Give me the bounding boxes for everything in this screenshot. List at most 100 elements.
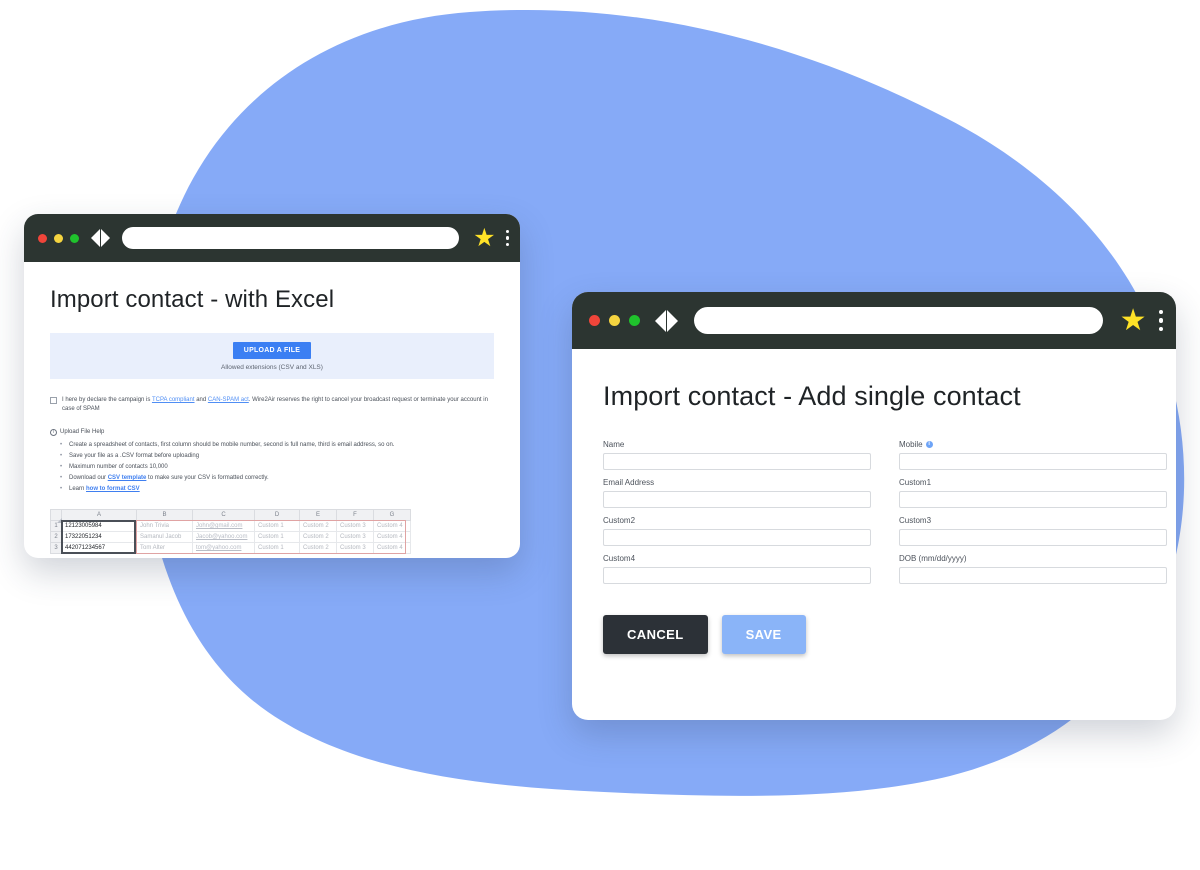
label-email-text: Email Address — [603, 478, 655, 487]
upload-help-list: Create a spreadsheet of contacts, first … — [60, 440, 494, 496]
cell-e1[interactable]: Custom 2 — [299, 520, 337, 533]
spreadsheet-preview: A B C D E F G 1 12123005984 John Trivia … — [50, 509, 411, 555]
minimize-dot-icon[interactable] — [609, 315, 620, 326]
list-item: Download our CSV template to make sure y… — [60, 473, 494, 484]
col-header-e[interactable]: E — [299, 509, 337, 522]
col-header-a[interactable]: A — [61, 509, 137, 522]
screenshot-stage: ★ Import contact - with Excel UPLOAD A F… — [0, 0, 1200, 870]
help-item-4-tail: to make sure your CSV is formatted corre… — [146, 474, 269, 481]
label-custom3: Custom3 — [899, 516, 1167, 525]
cell-d3[interactable]: Custom 1 — [254, 542, 300, 555]
nav-arrows — [655, 309, 678, 332]
field-dob: DOB (mm/dd/yyyy) — [899, 554, 1167, 584]
name-input[interactable] — [603, 453, 871, 470]
cell-e2[interactable]: Custom 2 — [299, 531, 337, 544]
label-dob: DOB (mm/dd/yyyy) — [899, 554, 1167, 563]
custom3-input[interactable] — [899, 529, 1167, 546]
traffic-lights — [38, 233, 86, 243]
custom1-input[interactable] — [899, 491, 1167, 508]
mobile-input[interactable] — [899, 453, 1167, 470]
cell-a1[interactable]: 12123005984 — [61, 520, 137, 533]
cell-d2[interactable]: Custom 1 — [254, 531, 300, 544]
nav-arrows — [91, 229, 110, 247]
upload-a-file-button[interactable]: UPLOAD A FILE — [232, 341, 312, 359]
cell-g2[interactable]: Custom 4 — [373, 531, 411, 544]
allowed-extensions-note: Allowed extensions (CSV and XLS) — [221, 363, 323, 371]
forward-arrow-icon[interactable] — [101, 229, 110, 247]
upload-help-title: Upload File Help — [60, 429, 105, 436]
bookmark-star-icon[interactable]: ★ — [1120, 305, 1147, 336]
label-mobile-text: Mobile — [899, 440, 923, 449]
consent-text: I here by declare the campaign is TCPA c… — [62, 396, 494, 415]
cancel-button[interactable]: CANCEL — [603, 615, 708, 654]
cell-f2[interactable]: Custom 3 — [336, 531, 374, 544]
contact-form: Name Mobile i Email Address Custom1 Custo — [603, 440, 1167, 584]
col-header-g[interactable]: G — [373, 509, 411, 522]
url-bar[interactable] — [122, 227, 460, 249]
cell-c1[interactable]: John@gmail.com — [192, 520, 255, 533]
cell-c2[interactable]: Jacob@yahoo.com — [192, 531, 255, 544]
col-header-d[interactable]: D — [254, 509, 300, 522]
csv-template-link[interactable]: CSV template — [108, 475, 147, 481]
label-name: Name — [603, 440, 871, 449]
kebab-menu-icon[interactable] — [1158, 309, 1166, 332]
excel-body: Import contact - with Excel UPLOAD A FIL… — [24, 262, 520, 558]
consent-checkbox[interactable] — [50, 397, 57, 404]
label-mobile: Mobile i — [899, 440, 1167, 449]
info-icon: i — [50, 428, 57, 436]
label-dob-text: DOB (mm/dd/yyyy) — [899, 554, 967, 563]
tcpa-compliant-link[interactable]: TCPA compliant — [152, 397, 195, 403]
maximize-dot-icon[interactable] — [70, 233, 79, 243]
email-input[interactable] — [603, 491, 871, 508]
table-row: 2 17322051234 Samanul Jacob Jacob@yahoo.… — [50, 531, 411, 544]
forward-arrow-icon[interactable] — [667, 309, 678, 332]
cell-f1[interactable]: Custom 3 — [336, 520, 374, 533]
mobile-info-icon[interactable]: i — [925, 441, 933, 448]
upload-help-header: i Upload File Help — [50, 428, 494, 436]
consent-part2: and — [194, 397, 208, 403]
cell-c3[interactable]: tom@yahoo.com — [192, 542, 255, 555]
window-import-excel[interactable]: ★ Import contact - with Excel UPLOAD A F… — [24, 214, 520, 558]
cell-b3[interactable]: Tom Alter — [136, 542, 193, 555]
cell-b2[interactable]: Samanul Jacob — [136, 531, 193, 544]
cell-g1[interactable]: Custom 4 — [373, 520, 411, 533]
maximize-dot-icon[interactable] — [629, 315, 640, 326]
minimize-dot-icon[interactable] — [54, 233, 63, 243]
close-dot-icon[interactable] — [589, 315, 600, 326]
close-dot-icon[interactable] — [38, 233, 47, 243]
page-title-single: Import contact - Add single contact — [603, 381, 1021, 411]
kebab-menu-icon[interactable] — [505, 229, 512, 247]
back-arrow-icon[interactable] — [655, 309, 666, 332]
cell-a3[interactable]: 442071234567 — [61, 542, 137, 555]
cell-g3[interactable]: Custom 4 — [373, 542, 411, 555]
col-header-c[interactable]: C — [192, 509, 255, 522]
window-add-single-contact[interactable]: ★ Import contact - Add single contact Na… — [572, 292, 1176, 720]
save-button[interactable]: SAVE — [721, 615, 806, 654]
url-bar[interactable] — [694, 307, 1103, 334]
row-header-2[interactable]: 2 — [50, 531, 62, 544]
custom4-input[interactable] — [603, 567, 871, 584]
upload-dropzone[interactable]: UPLOAD A FILE Allowed extensions (CSV an… — [50, 333, 494, 379]
col-header-b[interactable]: B — [136, 509, 193, 522]
bookmark-star-icon[interactable]: ★ — [473, 225, 495, 251]
select-all-corner[interactable] — [50, 509, 62, 524]
custom2-input[interactable] — [603, 529, 871, 546]
field-custom2: Custom2 — [603, 516, 871, 546]
dob-input[interactable] — [899, 567, 1167, 584]
cell-a2[interactable]: 17322051234 — [61, 531, 137, 544]
col-header-f[interactable]: F — [336, 509, 374, 522]
list-item: Maximum number of contacts 10,000 — [60, 462, 494, 473]
consent-part1: I here by declare the campaign is — [62, 397, 152, 403]
page-title-excel: Import contact - with Excel — [50, 286, 335, 313]
field-custom3: Custom3 — [899, 516, 1167, 546]
cell-d1[interactable]: Custom 1 — [254, 520, 300, 533]
field-custom1: Custom1 — [899, 478, 1167, 508]
can-spam-act-link[interactable]: CAN-SPAM act — [208, 397, 249, 403]
cell-f3[interactable]: Custom 3 — [336, 542, 374, 555]
label-custom1: Custom1 — [899, 478, 1167, 487]
how-to-format-csv-link[interactable]: how to format CSV — [86, 486, 140, 492]
cell-e3[interactable]: Custom 2 — [299, 542, 337, 555]
back-arrow-icon[interactable] — [91, 229, 100, 247]
cell-b1[interactable]: John Trivia — [136, 520, 193, 533]
row-header-3[interactable]: 3 — [50, 542, 62, 555]
